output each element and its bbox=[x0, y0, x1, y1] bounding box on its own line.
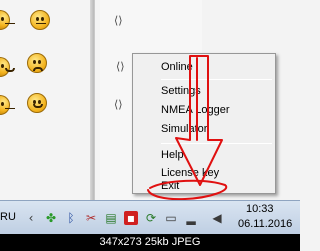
menu-item-exit[interactable]: Exit bbox=[161, 180, 179, 192]
chevron-left-icon[interactable]: ‹ bbox=[24, 211, 38, 225]
menu-item-help[interactable]: Help bbox=[161, 149, 184, 161]
menu-item-simulator[interactable]: Simulator bbox=[161, 123, 207, 135]
bracket-icon: ⟨⟩ bbox=[114, 14, 123, 27]
volume-icon[interactable]: ◀ bbox=[210, 211, 224, 225]
image-caption: 347x273 25kb JPEG bbox=[0, 234, 300, 251]
bracket-icon: ⟨⟩ bbox=[114, 98, 123, 111]
monitor-icon[interactable]: ▭ bbox=[164, 211, 178, 225]
clock-time[interactable]: 10:33 bbox=[246, 203, 274, 215]
language-indicator[interactable]: RU bbox=[0, 211, 16, 223]
nvidia-icon[interactable]: ✤ bbox=[44, 211, 58, 225]
app-tray-icon[interactable]: ▪ bbox=[124, 211, 138, 225]
sync-icon[interactable]: ⟳ bbox=[144, 211, 158, 225]
menu-item-settings[interactable]: Settings bbox=[161, 85, 201, 97]
menu-item-online[interactable]: Online bbox=[161, 61, 193, 73]
smiley-icon[interactable] bbox=[0, 95, 15, 115]
tools-icon[interactable]: ✂ bbox=[84, 211, 98, 225]
angry-smiley-icon[interactable] bbox=[27, 53, 47, 73]
chat-window bbox=[0, 0, 95, 200]
smile-smiley-icon[interactable] bbox=[27, 93, 47, 113]
tray-context-menu: Online Settings NMEA Logger Simulator He… bbox=[132, 53, 276, 194]
network-icon[interactable]: ▤ bbox=[104, 211, 118, 225]
smiley-icon[interactable] bbox=[0, 10, 15, 30]
signal-icon[interactable]: ▂ bbox=[184, 211, 198, 225]
menu-separator bbox=[161, 79, 272, 80]
menu-item-license-key[interactable]: License key bbox=[161, 167, 219, 179]
clock-date[interactable]: 06.11.2016 bbox=[238, 218, 292, 230]
bluetooth-icon[interactable]: ᛒ bbox=[64, 211, 78, 225]
smiley-icon[interactable] bbox=[0, 57, 15, 77]
taskbar: RU ‹ ✤ ᛒ ✂ ▤ ▪ ⟳ ▭ ▂ ◀ 10:33 06.11.2016 bbox=[0, 200, 300, 234]
bracket-icon: ⟨⟩ bbox=[116, 60, 125, 73]
menu-item-nmea-logger[interactable]: NMEA Logger bbox=[161, 104, 229, 116]
shocked-smiley-icon[interactable] bbox=[30, 10, 50, 30]
menu-separator bbox=[161, 143, 272, 144]
